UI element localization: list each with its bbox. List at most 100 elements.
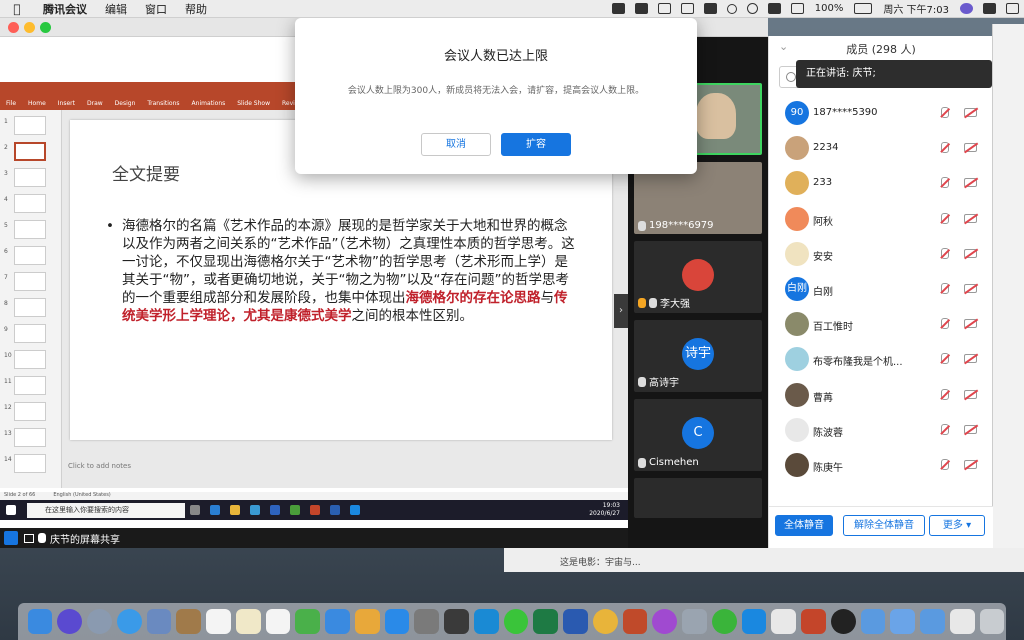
podcasts-icon[interactable] <box>652 609 677 634</box>
member-row[interactable]: 阿秋 <box>769 202 993 237</box>
cancel-button[interactable]: 取消 <box>421 133 491 156</box>
slide-thumbnail[interactable] <box>14 376 46 395</box>
folder-sync-icon[interactable] <box>634 3 648 14</box>
powerpoint-icon[interactable] <box>310 505 320 515</box>
video-tile[interactable]: 诗宇 高诗宇 <box>634 320 762 392</box>
mic-muted-icon[interactable] <box>941 142 949 154</box>
slide-thumbnail[interactable] <box>14 324 46 343</box>
camera-off-icon[interactable] <box>964 424 977 434</box>
finder-folder-icon[interactable] <box>890 609 915 634</box>
mute-all-button[interactable]: 全体静音 <box>775 515 833 536</box>
tencent-meeting-icon[interactable] <box>350 505 360 515</box>
member-row[interactable]: 布零布隆我是个机... <box>769 342 993 377</box>
video-tile[interactable] <box>634 478 762 518</box>
collapse-video-strip-button[interactable]: › <box>614 294 628 328</box>
mic-muted-icon[interactable] <box>941 423 949 435</box>
close-window-button[interactable] <box>8 22 19 33</box>
screen-record-icon[interactable] <box>680 3 694 14</box>
slide-thumbnail[interactable] <box>14 220 46 239</box>
member-row[interactable]: 2234 <box>769 131 993 166</box>
slide-thumbnail[interactable] <box>14 116 46 135</box>
slide-thumbnail[interactable] <box>14 194 46 213</box>
taskbar-search-input[interactable]: 在这里输入你要搜索的内容 <box>27 502 185 518</box>
search-icon[interactable] <box>726 3 737 14</box>
mic-muted-icon[interactable] <box>941 459 949 470</box>
ribbon-tab-file[interactable]: File <box>6 100 16 107</box>
tencent-meeting-icon[interactable] <box>741 609 767 634</box>
terminal-icon[interactable] <box>444 609 469 634</box>
slide-thumbnail[interactable] <box>14 428 46 447</box>
chrome-icon[interactable] <box>290 505 300 515</box>
notes-icon[interactable] <box>235 609 261 634</box>
slide-thumbnail[interactable] <box>14 454 46 473</box>
excel-icon[interactable] <box>533 609 558 634</box>
camera-off-icon[interactable] <box>964 178 977 188</box>
camera-off-icon[interactable] <box>964 108 977 117</box>
system-preferences-icon[interactable] <box>414 609 439 634</box>
mic-muted-icon[interactable] <box>941 177 949 189</box>
volume-icon[interactable] <box>767 3 781 14</box>
minimize-window-button[interactable] <box>24 22 35 33</box>
finder-icon[interactable] <box>27 609 53 634</box>
menu-edit[interactable]: 编辑 <box>96 1 136 17</box>
siri-icon[interactable] <box>960 3 973 14</box>
slide-thumbnail-selected[interactable] <box>14 142 46 161</box>
safari-icon[interactable] <box>116 609 142 634</box>
dictionary-icon[interactable] <box>622 609 648 634</box>
ribbon-tab-insert[interactable]: Insert <box>58 100 75 107</box>
wifi-icon[interactable] <box>790 3 804 14</box>
keyboard-icon[interactable] <box>703 3 717 14</box>
documents-folder-icon[interactable] <box>920 609 945 634</box>
member-row[interactable]: 百工惟时 <box>769 307 993 342</box>
chrome-icon[interactable] <box>592 609 618 634</box>
expand-capacity-button[interactable]: 扩容 <box>501 133 571 156</box>
member-row[interactable]: 233 <box>769 166 993 201</box>
slide-thumbnail[interactable] <box>14 402 46 421</box>
books-icon[interactable] <box>354 609 380 634</box>
mail-icon[interactable] <box>146 609 172 634</box>
member-row[interactable]: 90 187****5390 <box>769 96 993 131</box>
menu-window[interactable]: 窗口 <box>136 1 176 17</box>
launchpad-icon[interactable] <box>87 609 112 634</box>
camera-off-icon[interactable] <box>964 460 977 469</box>
slide-thumbnail[interactable] <box>14 246 46 265</box>
time-machine-icon[interactable] <box>746 3 758 14</box>
camera-off-icon[interactable] <box>964 284 977 293</box>
file-icon[interactable] <box>949 609 975 634</box>
camera-off-icon[interactable] <box>964 248 977 258</box>
member-row[interactable]: 曹苒 <box>769 378 993 413</box>
ribbon-tab-slideshow[interactable]: Slide Show <box>237 100 270 107</box>
camera-off-icon[interactable] <box>964 143 977 153</box>
task-view-icon[interactable] <box>190 505 200 515</box>
taskbar-clock[interactable]: 19:03 2020/6/27 <box>589 502 628 518</box>
store-icon[interactable] <box>250 505 260 515</box>
member-row[interactable]: 白刚 白刚 <box>769 272 993 307</box>
contacts-icon[interactable] <box>176 609 201 634</box>
app-store-icon[interactable] <box>384 609 410 634</box>
notification-center-icon[interactable] <box>1006 3 1019 14</box>
qq-icon[interactable] <box>830 609 856 634</box>
migration-icon[interactable] <box>682 609 707 634</box>
slide-notes[interactable]: Click to add notes <box>68 462 131 470</box>
mic-muted-icon[interactable] <box>941 107 949 118</box>
mic-muted-icon[interactable] <box>941 388 949 400</box>
mic-status-icon[interactable] <box>657 3 671 14</box>
zoom-window-button[interactable] <box>40 22 51 33</box>
ribbon-tab-draw[interactable]: Draw <box>87 100 103 107</box>
edge-icon[interactable] <box>210 505 220 515</box>
mic-muted-icon[interactable] <box>941 212 949 224</box>
mic-muted-icon[interactable] <box>941 353 949 365</box>
downloads-folder-icon[interactable] <box>860 609 886 634</box>
powerpoint-icon[interactable] <box>801 609 826 634</box>
slide-thumbnail[interactable] <box>14 298 46 317</box>
slide-thumbnail[interactable] <box>14 168 46 187</box>
video-tile[interactable]: C Cismehen <box>634 399 762 471</box>
member-row[interactable]: 陈庚午 <box>769 448 993 483</box>
word-icon[interactable] <box>563 609 588 634</box>
sync-icon[interactable] <box>711 609 737 634</box>
camera-off-icon[interactable] <box>964 354 977 364</box>
trash-icon[interactable] <box>979 609 1005 634</box>
battery-icon[interactable] <box>854 3 873 14</box>
numbers-icon[interactable] <box>295 609 320 634</box>
qq-icon[interactable] <box>611 3 625 14</box>
